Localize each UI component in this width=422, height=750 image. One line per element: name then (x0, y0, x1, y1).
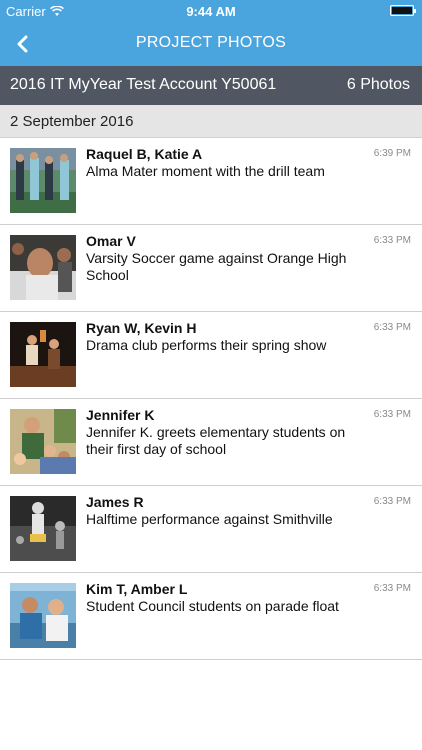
project-name: 2016 IT MyYear Test Account Y50061 (10, 76, 277, 93)
photo-list: Raquel B, Katie A Alma Mater moment with… (0, 138, 422, 660)
navigation-bar: PROJECT PHOTOS (0, 22, 422, 66)
list-item[interactable]: Omar V Varsity Soccer game against Orang… (0, 225, 422, 312)
photo-thumbnail (10, 322, 76, 387)
photo-people: Kim T, Amber L (86, 581, 188, 597)
photo-thumbnail (10, 235, 76, 300)
photo-people: Raquel B, Katie A (86, 146, 203, 162)
status-bar: Carrier 9:44 AM (0, 0, 422, 22)
list-item[interactable]: Raquel B, Katie A Alma Mater moment with… (0, 138, 422, 225)
battery-icon (390, 5, 416, 16)
photo-people: James R (86, 494, 144, 510)
photo-caption: Drama club performs their spring show (86, 337, 327, 353)
photo-time: 6:33 PM (373, 409, 411, 420)
photo-people: Omar V (86, 233, 136, 249)
page-title: PROJECT PHOTOS (135, 34, 287, 51)
list-item[interactable]: Kim T, Amber L Student Council students … (0, 573, 422, 660)
list-item[interactable]: Jennifer K Jennifer K. greets elementary… (0, 399, 422, 486)
photo-time: 6:33 PM (373, 235, 411, 246)
photo-thumbnail (10, 409, 76, 474)
list-item[interactable]: Ryan W, Kevin H Drama club performs thei… (0, 312, 422, 399)
photo-thumbnail (10, 583, 76, 648)
photo-caption: Alma Mater moment with the drill team (86, 163, 325, 179)
status-time: 9:44 AM (186, 4, 236, 19)
photo-thumbnail (10, 496, 76, 561)
photo-time: 6:33 PM (373, 322, 411, 333)
date-section-header: 2 September 2016 (0, 105, 422, 138)
photo-time: 6:33 PM (373, 496, 411, 507)
photo-caption: Varsity Soccer game against Orange High … (86, 250, 347, 283)
list-item[interactable]: James R Halftime performance against Smi… (0, 486, 422, 573)
photo-thumbnail (10, 148, 76, 213)
photo-people: Jennifer K (86, 407, 155, 423)
photo-time: 6:33 PM (373, 583, 411, 594)
photo-people: Ryan W, Kevin H (86, 320, 197, 336)
photo-time: 6:39 PM (373, 148, 411, 159)
photo-count: 6 Photos (346, 76, 410, 93)
photo-caption: Jennifer K. greets elementary students o… (86, 424, 346, 457)
date-label: 2 September 2016 (10, 113, 134, 130)
project-header: 2016 IT MyYear Test Account Y50061 6 Pho… (0, 66, 422, 105)
photo-caption: Student Council students on parade float (86, 598, 339, 614)
photo-caption: Halftime performance against Smithville (86, 511, 333, 527)
